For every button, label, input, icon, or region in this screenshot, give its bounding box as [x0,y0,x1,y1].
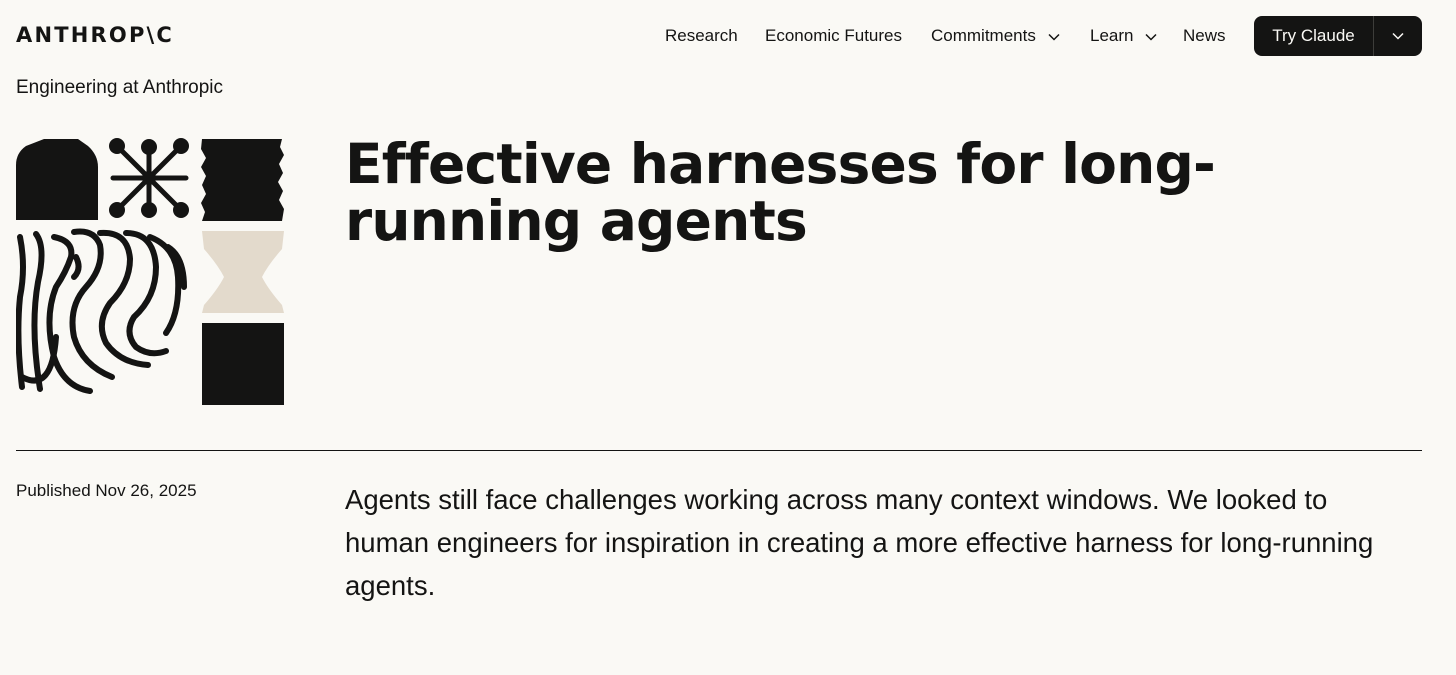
try-claude-button[interactable]: Try Claude [1254,16,1373,56]
section-divider [16,450,1422,451]
page: ANTHROP\C Research Economic Futures Comm… [0,0,1456,675]
nav-commitments[interactable]: Commitments [931,24,1060,48]
nav-news[interactable]: News [1183,24,1226,48]
nav-learn[interactable]: Learn [1090,24,1158,48]
nav-label: Commitments [931,26,1036,45]
anthropic-logo[interactable]: ANTHROP\C [16,22,174,48]
nav-label: Research [665,26,738,45]
nav-label: News [1183,26,1226,45]
nav-label: Economic Futures [765,26,902,45]
page-title: Effective harnesses for long-running age… [345,132,1216,253]
try-claude-button-group: Try Claude [1254,16,1422,56]
article-summary: Agents still face challenges working acr… [345,484,1374,601]
hero-illustration [15,137,284,407]
chevron-down-icon [1048,33,1060,41]
published-date: Published Nov 26, 2025 [16,481,197,500]
try-claude-dropdown-button[interactable] [1374,16,1422,56]
nav-economic-futures[interactable]: Economic Futures [765,24,902,48]
chevron-down-icon [1392,27,1404,45]
section-eyebrow: Engineering at Anthropic [16,77,224,98]
site-header: ANTHROP\C Research Economic Futures Comm… [0,0,1456,72]
nav-label: Learn [1090,26,1134,45]
chevron-down-icon [1145,33,1158,41]
nav-research[interactable]: Research [665,24,738,48]
